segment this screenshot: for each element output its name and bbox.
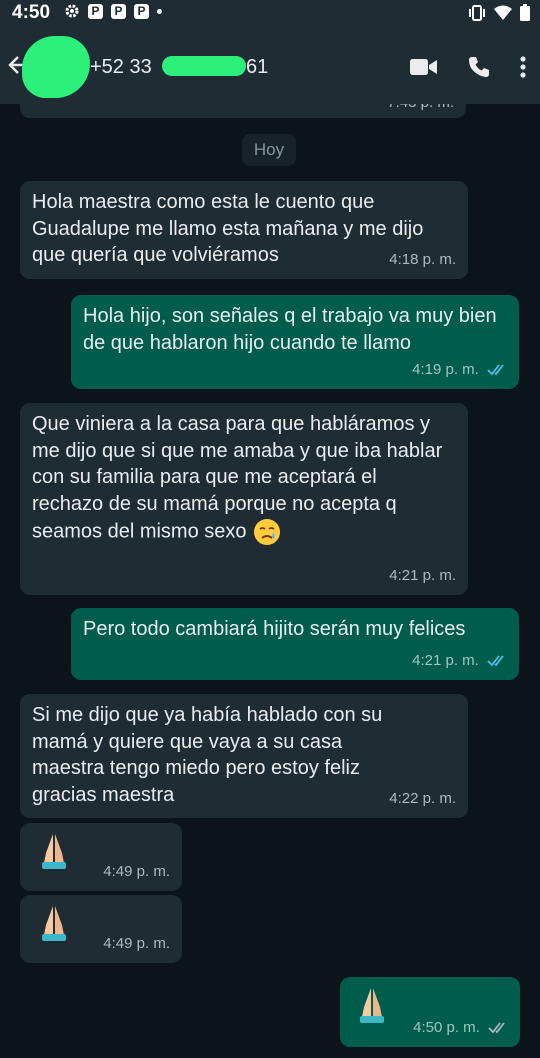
message-time: 4:18 p. m. — [389, 250, 456, 268]
more-options-icon[interactable] — [520, 56, 526, 78]
voice-call-icon[interactable] — [468, 56, 490, 78]
delivered-double-check-icon — [488, 1021, 505, 1033]
message-status: 4:19 p. m. — [412, 357, 507, 384]
incoming-message[interactable]: Que viniera a la casa para que habláramo… — [20, 403, 468, 595]
incoming-message[interactable]: Hola maestra como esta le cuento que Gua… — [20, 181, 468, 279]
message-text: Hola hijo, son señales q el trabajo va m… — [83, 305, 497, 354]
message-text: Hola maestra como esta le cuento que Gua… — [32, 191, 424, 266]
message-time: 4:22 p. m. — [389, 789, 456, 807]
read-double-check-icon — [487, 654, 504, 666]
incoming-emoji-message[interactable]: 4:49 p. m. — [20, 823, 182, 891]
message-time: 4:19 p. m. — [412, 360, 479, 378]
contact-number-prefix[interactable]: +52 33 — [90, 56, 152, 79]
crying-face-emoji-icon — [254, 519, 281, 545]
notification-p-icon: P — [111, 3, 126, 19]
outgoing-emoji-message[interactable]: 4:50 p. m. — [340, 977, 520, 1047]
message-time: 4:50 p. m. — [413, 1018, 480, 1036]
status-bar: 4:50 P P P — [0, 0, 540, 26]
chat-header: +52 33 61 — [0, 26, 540, 104]
message-time: 4:21 p. m. — [412, 651, 479, 669]
folded-hands-emoji-icon — [42, 834, 66, 869]
message-time: 4:49 p. m. — [103, 934, 170, 952]
contact-number-suffix[interactable]: 61 — [246, 56, 268, 79]
chat-messages-area[interactable]: 7:43 p. m. Hoy Hola maestra como esta le… — [0, 104, 540, 1058]
message-status: 4:50 p. m. — [413, 1015, 508, 1042]
outgoing-message[interactable]: Hola hijo, son señales q el trabajo va m… — [71, 295, 519, 389]
gear-icon — [65, 4, 79, 18]
wifi-icon — [494, 5, 512, 20]
status-icons-left: P P P — [64, 3, 162, 19]
date-separator-chip: Hoy — [242, 134, 296, 166]
notification-p-icon: P — [88, 3, 103, 19]
message-time: 4:21 p. m. — [389, 566, 456, 584]
incoming-message[interactable]: Si me dijo que ya había hablado con su m… — [20, 694, 468, 818]
message-text: Que viniera a la casa para que habláramo… — [32, 411, 452, 547]
battery-icon — [520, 4, 530, 21]
vibrate-icon — [469, 4, 485, 21]
more-notifications-dot-icon — [157, 8, 162, 14]
message-partial-cutoff[interactable]: 7:43 p. m. — [20, 104, 466, 118]
notification-p-icon: P — [134, 3, 149, 19]
video-call-icon[interactable] — [410, 58, 438, 76]
status-time: 4:50 — [12, 2, 51, 23]
avatar-redacted[interactable] — [22, 36, 90, 98]
incoming-emoji-message[interactable]: 4:49 p. m. — [20, 895, 182, 963]
header-actions — [410, 56, 526, 78]
folded-hands-emoji-icon — [42, 906, 66, 941]
read-double-check-icon — [487, 363, 504, 375]
message-text: Pero todo cambiará hijito serán muy feli… — [83, 618, 466, 640]
message-time: 4:49 p. m. — [103, 862, 170, 880]
message-text: Si me dijo que ya había hablado con su m… — [32, 704, 383, 806]
status-icons-right — [468, 4, 530, 21]
outgoing-message[interactable]: Pero todo cambiará hijito serán muy feli… — [71, 608, 519, 680]
contact-number-redaction — [162, 56, 246, 76]
message-status: 4:21 p. m. — [412, 648, 507, 675]
message-text-body: Que viniera a la casa para que habláramo… — [32, 413, 443, 543]
folded-hands-emoji-icon — [360, 988, 384, 1023]
message-time: 7:43 p. m. — [387, 104, 454, 116]
